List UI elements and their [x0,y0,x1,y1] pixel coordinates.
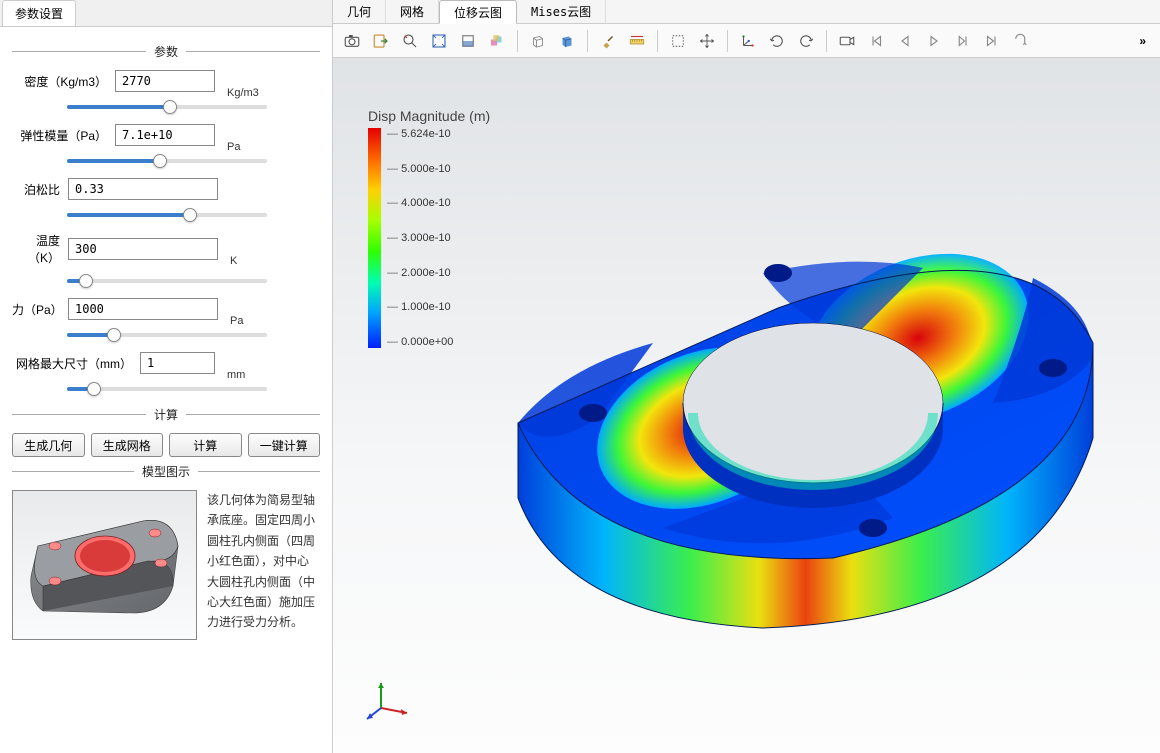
last-frame-icon[interactable] [979,28,1005,54]
video-icon[interactable] [834,28,860,54]
parameters-panel: 参数设置 参数 密度（Kg/m3） Kg/m3 弹性模量（Pa） Pa 泊松比 [0,0,333,753]
multi-cube-icon[interactable] [484,28,510,54]
zoom-icon[interactable] [397,28,423,54]
force-label: 力（Pa） [12,301,60,318]
tab-mesh[interactable]: 网格 [386,0,439,23]
poisson-input[interactable] [68,178,218,200]
section-title-model: 模型图示 [134,463,198,480]
elastic-input[interactable] [115,124,215,146]
mesh-slider[interactable] [67,380,267,398]
one-click-button[interactable]: 一键计算 [248,433,321,457]
temp-slider[interactable] [67,272,267,290]
mesh-label: 网格最大尺寸（mm） [12,355,132,372]
prev-frame-icon[interactable] [892,28,918,54]
rotate-right-icon[interactable] [793,28,819,54]
viewport-panel: 几何 网格 位移云图 Mises云图 [333,0,1160,753]
shaded-cube-icon[interactable] [554,28,580,54]
elastic-label: 弹性模量（Pa） [12,127,107,144]
fit-box-icon[interactable] [426,28,452,54]
calculate-button[interactable]: 计算 [169,433,242,457]
move-icon[interactable] [694,28,720,54]
brush-icon[interactable] [595,28,621,54]
section-title-params: 参数 [146,43,186,60]
tab-displacement[interactable]: 位移云图 [439,0,517,24]
camera-icon[interactable] [339,28,365,54]
orientation-triad-icon [363,673,413,723]
density-slider[interactable] [67,98,267,116]
play-icon[interactable] [921,28,947,54]
loop-icon[interactable] [1008,28,1034,54]
rotate-left-icon[interactable] [764,28,790,54]
tab-parameter-settings[interactable]: 参数设置 [2,0,76,26]
temp-unit: K [230,255,270,267]
density-input[interactable] [115,70,215,92]
temp-label: 温度（K） [12,232,60,266]
toolbar: » [333,24,1160,58]
model-thumbnail [12,490,197,640]
density-label: 密度（Kg/m3） [12,73,107,90]
temp-input[interactable] [68,238,218,260]
more-tools-icon[interactable]: » [1131,34,1154,48]
tab-geometry[interactable]: 几何 [333,0,386,23]
elastic-slider[interactable] [67,152,267,170]
generate-geometry-button[interactable]: 生成几何 [12,433,85,457]
mesh-input[interactable] [140,352,215,374]
force-slider[interactable] [67,326,267,344]
force-input[interactable] [68,298,218,320]
generate-mesh-button[interactable]: 生成网格 [91,433,164,457]
poisson-label: 泊松比 [12,181,60,198]
model-description: 该几何体为简易型轴承底座。固定四周小圆柱孔内侧面（四周小红色面），对中心大圆柱孔… [207,490,320,640]
axes-icon[interactable] [735,28,761,54]
next-frame-icon[interactable] [950,28,976,54]
poisson-slider[interactable] [67,206,267,224]
section-title-calc: 计算 [146,406,186,423]
result-model [333,58,1153,738]
export-icon[interactable] [368,28,394,54]
wireframe-cube-icon[interactable] [525,28,551,54]
first-frame-icon[interactable] [863,28,889,54]
ruler-icon[interactable] [624,28,650,54]
3d-viewport[interactable]: Disp Magnitude (m) 5.624e-10 5.000e-10 4… [333,58,1160,753]
plane-box-icon[interactable] [455,28,481,54]
tab-mises[interactable]: Mises云图 [517,0,606,23]
select-rect-icon[interactable] [665,28,691,54]
